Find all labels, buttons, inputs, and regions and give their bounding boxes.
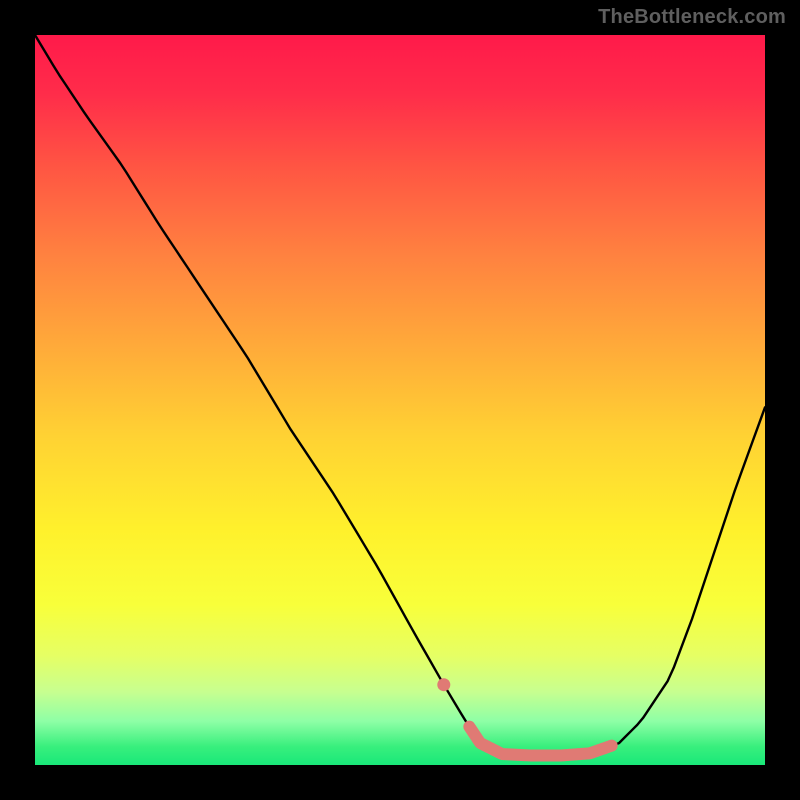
gradient-background	[35, 35, 765, 765]
attribution-text: TheBottleneck.com	[598, 6, 786, 29]
highlight-start-dot	[437, 678, 450, 691]
chart-frame: TheBottleneck.com	[0, 0, 800, 800]
bottleneck-chart	[35, 35, 765, 765]
plot-area	[35, 35, 765, 765]
